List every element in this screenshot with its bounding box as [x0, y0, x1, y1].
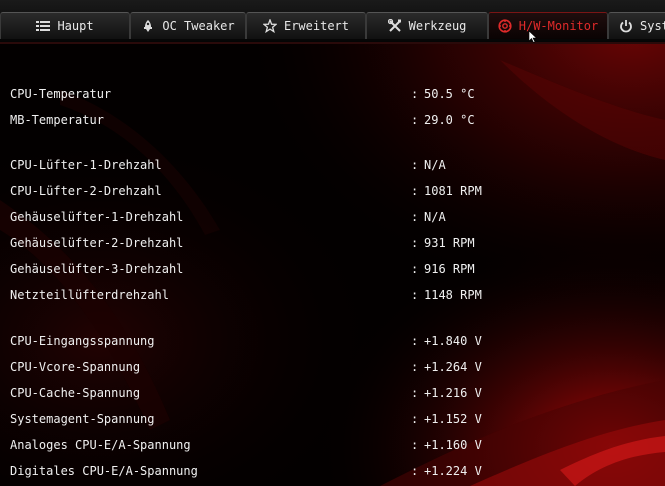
reading-value: 916 RPM [424, 262, 475, 276]
reading-value: +1.224 V [424, 464, 482, 478]
reading-label: CPU-Lüfter-2-Drehzahl [10, 184, 162, 198]
monitor-gauge-icon [498, 19, 512, 33]
tab-erweitert[interactable]: Erweitert [246, 12, 366, 39]
reading-cpu-temperature[interactable]: CPU-Temperatur : 50.5 °C [10, 84, 650, 104]
reading-separator: : [411, 113, 419, 127]
reading-label: MB-Temperatur [10, 113, 104, 127]
reading-separator: : [411, 210, 419, 224]
reading-value: 931 RPM [424, 236, 475, 250]
power-icon [619, 19, 633, 33]
reading-value: 1081 RPM [424, 184, 482, 198]
reading-psu-fan-speed[interactable]: Netzteillüfterdrehzahl : 1148 RPM [10, 285, 650, 305]
reading-label: Gehäuselüfter-3-Drehzahl [10, 262, 184, 276]
reading-label: Netzteillüfterdrehzahl [10, 288, 169, 302]
reading-value: 29.0 °C [424, 113, 475, 127]
tab-label: OC Tweaker [162, 19, 235, 33]
reading-separator: : [411, 288, 419, 302]
reading-value: N/A [424, 210, 446, 224]
tools-icon [387, 19, 402, 33]
reading-cpu-fan-2-speed[interactable]: CPU-Lüfter-2-Drehzahl : 1081 RPM [10, 181, 650, 201]
reading-system-agent-voltage[interactable]: Systemagent-Spannung : +1.152 V [10, 409, 650, 429]
top-tab-bar: Haupt OC Tweaker Erweitert Werkzeug H/W-… [0, 0, 665, 44]
reading-separator: : [411, 334, 419, 348]
reading-label: CPU-Cache-Spannung [10, 386, 141, 400]
reading-chassis-fan-1-speed[interactable]: Gehäuselüfter-1-Drehzahl : N/A [10, 207, 650, 227]
reading-mb-temperature[interactable]: MB-Temperatur : 29.0 °C [10, 110, 650, 130]
reading-cpu-fan-1-speed[interactable]: CPU-Lüfter-1-Drehzahl : N/A [10, 155, 650, 175]
tab-oc-tweaker[interactable]: OC Tweaker [130, 12, 246, 39]
tab-label: Erweitert [283, 19, 350, 33]
reading-separator: : [411, 386, 419, 400]
tab-haupt[interactable]: Haupt [0, 12, 130, 39]
reading-label: CPU-Temperatur [10, 87, 112, 101]
reading-separator: : [411, 438, 419, 452]
reading-label: CPU-Eingangsspannung [10, 334, 155, 348]
reading-chassis-fan-2-speed[interactable]: Gehäuselüfter-2-Drehzahl : 931 RPM [10, 233, 650, 253]
reading-value: +1.264 V [424, 360, 482, 374]
reading-cpu-input-voltage[interactable]: CPU-Eingangsspannung : +1.840 V [10, 331, 650, 351]
reading-separator: : [411, 184, 419, 198]
reading-value: +1.160 V [424, 438, 482, 452]
tab-werkzeug[interactable]: Werkzeug [366, 12, 488, 39]
reading-label: Gehäuselüfter-2-Drehzahl [10, 236, 184, 250]
tab-system[interactable]: Syst [608, 12, 665, 39]
list-icon [36, 19, 51, 33]
reading-value: N/A [424, 158, 446, 172]
reading-label: CPU-Vcore-Spannung [10, 360, 141, 374]
reading-separator: : [411, 158, 419, 172]
reading-cpu-vcore-voltage[interactable]: CPU-Vcore-Spannung : +1.264 V [10, 357, 650, 377]
reading-separator: : [411, 236, 419, 250]
mouse-pointer-icon [529, 31, 537, 43]
rocket-icon [141, 19, 155, 33]
reading-cpu-cache-voltage[interactable]: CPU-Cache-Spannung : +1.216 V [10, 383, 650, 403]
tab-hw-monitor[interactable]: H/W-Monitor [488, 12, 608, 39]
reading-separator: : [411, 87, 419, 101]
reading-analog-cpu-io-voltage[interactable]: Analoges CPU-E/A-Spannung : +1.160 V [10, 435, 650, 455]
reading-value: +1.840 V [424, 334, 482, 348]
reading-value: +1.152 V [424, 412, 482, 426]
reading-value: +1.216 V [424, 386, 482, 400]
tab-label: Haupt [57, 19, 94, 33]
tab-label: Syst [640, 19, 665, 33]
reading-label: Analoges CPU-E/A-Spannung [10, 438, 191, 452]
reading-chassis-fan-3-speed[interactable]: Gehäuselüfter-3-Drehzahl : 916 RPM [10, 259, 650, 279]
star-icon [262, 19, 277, 33]
reading-separator: : [411, 360, 419, 374]
reading-separator: : [411, 262, 419, 276]
reading-label: Digitales CPU-E/A-Spannung [10, 464, 198, 478]
reading-value: 1148 RPM [424, 288, 482, 302]
hw-monitor-panel: CPU-Temperatur : 50.5 °C MB-Temperatur :… [0, 44, 665, 486]
reading-label: Gehäuselüfter-1-Drehzahl [10, 210, 184, 224]
reading-separator: : [411, 412, 419, 426]
reading-label: Systemagent-Spannung [10, 412, 155, 426]
reading-digital-cpu-io-voltage[interactable]: Digitales CPU-E/A-Spannung : +1.224 V [10, 461, 650, 481]
reading-value: 50.5 °C [424, 87, 475, 101]
tab-label: Werkzeug [408, 19, 467, 33]
reading-separator: : [411, 464, 419, 478]
reading-label: CPU-Lüfter-1-Drehzahl [10, 158, 162, 172]
